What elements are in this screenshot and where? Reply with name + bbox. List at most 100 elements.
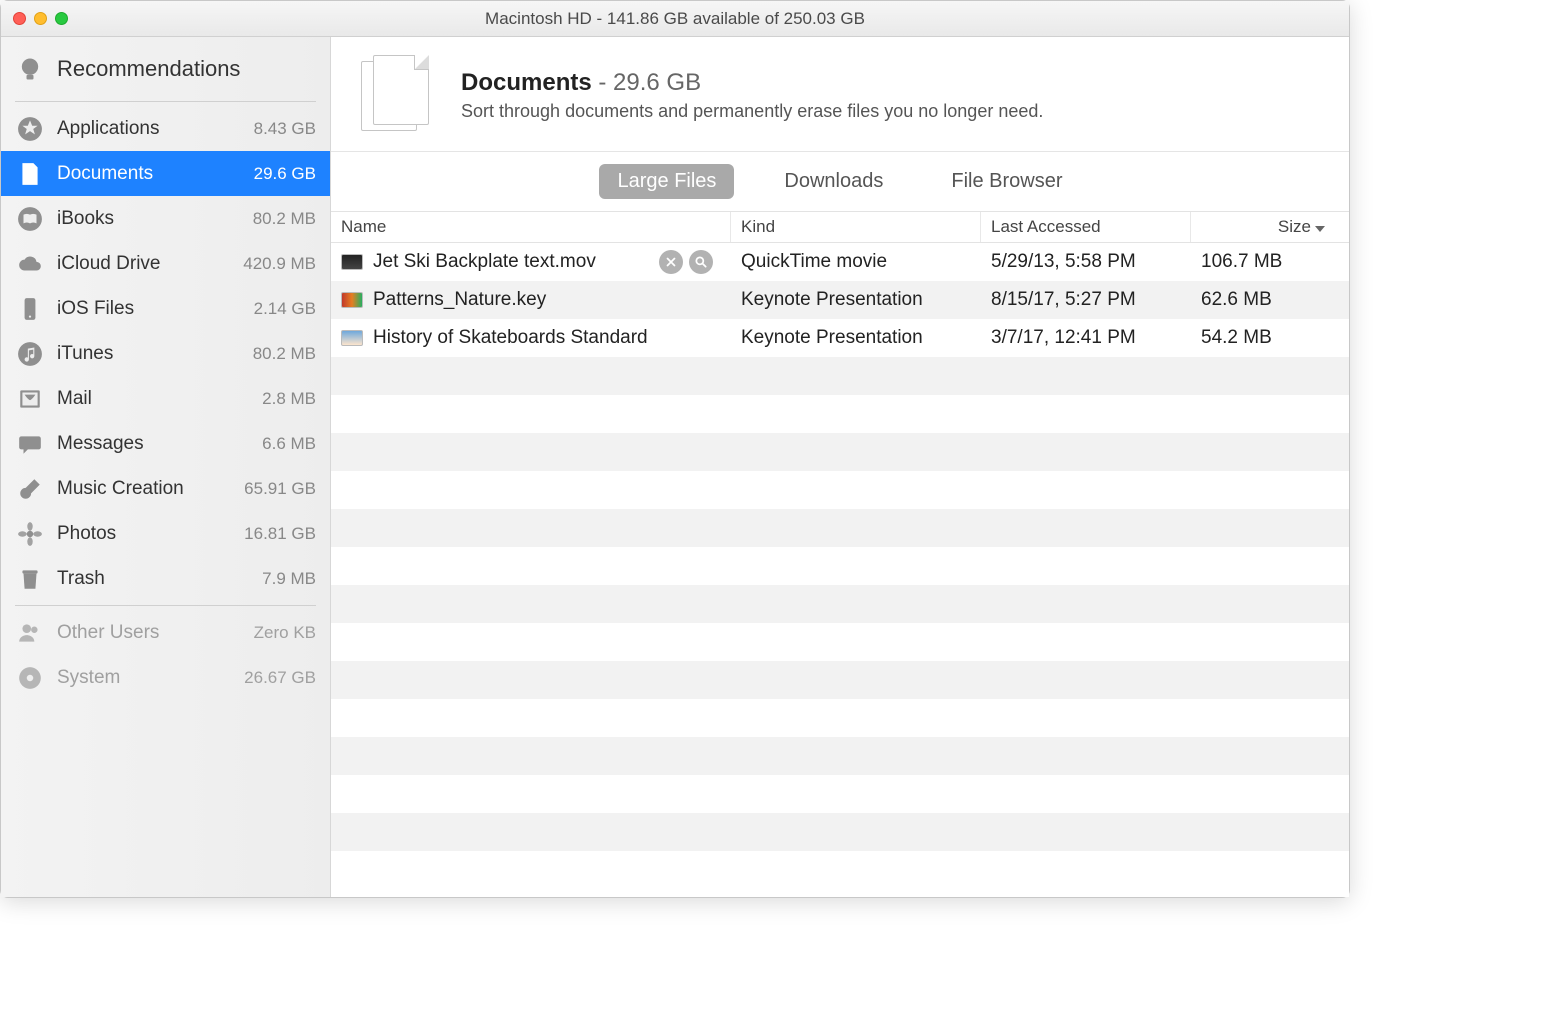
file-thumbnail-icon xyxy=(341,292,363,308)
sidebar-item-label: iOS Files xyxy=(57,298,214,320)
window-titlebar: Macintosh HD - 141.86 GB available of 25… xyxy=(1,1,1349,37)
file-size: 54.2 MB xyxy=(1191,327,1349,349)
sidebar-item-applications[interactable]: Applications 8.43 GB xyxy=(1,106,330,151)
flower-icon xyxy=(15,519,45,549)
sidebar-item-size: 26.67 GB xyxy=(226,668,316,688)
sidebar-item-size: Zero KB xyxy=(226,623,316,643)
book-icon xyxy=(15,204,45,234)
empty-rows xyxy=(331,357,1349,889)
delete-file-button[interactable] xyxy=(659,250,683,274)
sidebar-separator xyxy=(15,101,316,102)
file-last-accessed: 3/7/17, 12:41 PM xyxy=(981,327,1191,349)
sidebar-item-recommendations[interactable]: Recommendations xyxy=(1,41,330,97)
close-window-button[interactable] xyxy=(13,12,26,25)
sidebar-item-itunes[interactable]: iTunes 80.2 MB xyxy=(1,331,330,376)
sidebar-item-music-creation[interactable]: Music Creation 65.91 GB xyxy=(1,466,330,511)
sidebar-item-size: 6.6 MB xyxy=(226,434,316,454)
dash: - xyxy=(592,69,613,96)
sidebar-item-icloud-drive[interactable]: iCloud Drive 420.9 MB xyxy=(1,241,330,286)
view-tabs: Large Files Downloads File Browser xyxy=(331,152,1349,211)
sidebar-item-messages[interactable]: Messages 6.6 MB xyxy=(1,421,330,466)
cloud-icon xyxy=(15,249,45,279)
table-row[interactable]: Jet Ski Backplate text.mov QuickTime mov… xyxy=(331,243,1349,281)
sidebar-item-label: Trash xyxy=(57,568,214,590)
sidebar-item-label: Recommendations xyxy=(57,56,316,82)
chat-bubble-icon xyxy=(15,429,45,459)
sidebar-item-label: Music Creation xyxy=(57,478,214,500)
sidebar-item-system[interactable]: System 26.67 GB xyxy=(1,655,330,700)
file-name: Jet Ski Backplate text.mov xyxy=(373,251,596,273)
sidebar-item-ios-files[interactable]: iOS Files 2.14 GB xyxy=(1,286,330,331)
sidebar-item-label: iBooks xyxy=(57,208,214,230)
gear-icon xyxy=(15,663,45,693)
iphone-icon xyxy=(15,294,45,324)
sidebar-item-size: 16.81 GB xyxy=(226,524,316,544)
applications-icon xyxy=(15,114,45,144)
sidebar-item-size: 80.2 MB xyxy=(226,209,316,229)
sidebar-item-size: 2.14 GB xyxy=(226,299,316,319)
file-kind: QuickTime movie xyxy=(731,251,981,273)
users-icon xyxy=(15,618,45,648)
tab-file-browser[interactable]: File Browser xyxy=(933,164,1080,199)
column-header-size[interactable]: Size xyxy=(1191,212,1349,242)
table-body: Jet Ski Backplate text.mov QuickTime mov… xyxy=(331,243,1349,897)
music-note-icon xyxy=(15,339,45,369)
file-size: 106.7 MB xyxy=(1191,251,1349,273)
sidebar-item-size: 7.9 MB xyxy=(226,569,316,589)
sidebar-item-label: Mail xyxy=(57,388,214,410)
main-content: Documents - 29.6 GB Sort through documen… xyxy=(331,37,1349,897)
category-header: Documents - 29.6 GB Sort through documen… xyxy=(331,37,1349,152)
sidebar: Recommendations Applications 8.43 GB Doc… xyxy=(1,37,331,897)
file-name: History of Skateboards Standard xyxy=(373,327,648,349)
sidebar-item-ibooks[interactable]: iBooks 80.2 MB xyxy=(1,196,330,241)
guitar-icon xyxy=(15,474,45,504)
sidebar-item-size: 420.9 MB xyxy=(226,254,316,274)
category-title: Documents xyxy=(461,69,592,96)
sidebar-item-size: 8.43 GB xyxy=(226,119,316,139)
file-kind: Keynote Presentation xyxy=(731,289,981,311)
tab-downloads[interactable]: Downloads xyxy=(766,164,901,199)
sidebar-item-size: 2.8 MB xyxy=(226,389,316,409)
zoom-window-button[interactable] xyxy=(55,12,68,25)
column-header-last-accessed[interactable]: Last Accessed xyxy=(981,212,1191,242)
sidebar-item-label: Applications xyxy=(57,118,214,140)
file-name: Patterns_Nature.key xyxy=(373,289,546,311)
file-kind: Keynote Presentation xyxy=(731,327,981,349)
minimize-window-button[interactable] xyxy=(34,12,47,25)
sidebar-item-mail[interactable]: Mail 2.8 MB xyxy=(1,376,330,421)
file-thumbnail-icon xyxy=(341,330,363,346)
category-size: 29.6 GB xyxy=(613,69,701,96)
tab-large-files[interactable]: Large Files xyxy=(599,164,734,199)
window-title: Macintosh HD - 141.86 GB available of 25… xyxy=(1,9,1349,29)
documents-icon xyxy=(15,159,45,189)
sidebar-item-other-users[interactable]: Other Users Zero KB xyxy=(1,610,330,655)
sidebar-item-label: System xyxy=(57,667,214,689)
sidebar-item-size: 65.91 GB xyxy=(226,479,316,499)
file-last-accessed: 5/29/13, 5:58 PM xyxy=(981,251,1191,273)
sidebar-item-size: 80.2 MB xyxy=(226,344,316,364)
stamp-icon xyxy=(15,384,45,414)
documents-large-icon xyxy=(355,55,435,135)
table-row[interactable]: Patterns_Nature.key Keynote Presentation… xyxy=(331,281,1349,319)
sidebar-item-trash[interactable]: Trash 7.9 MB xyxy=(1,556,330,601)
file-size: 62.6 MB xyxy=(1191,289,1349,311)
sidebar-item-label: Documents xyxy=(57,163,214,185)
sidebar-item-photos[interactable]: Photos 16.81 GB xyxy=(1,511,330,556)
file-thumbnail-icon xyxy=(341,254,363,270)
column-header-name[interactable]: Name xyxy=(331,212,731,242)
file-last-accessed: 8/15/17, 5:27 PM xyxy=(981,289,1191,311)
sidebar-separator xyxy=(15,605,316,606)
sidebar-item-label: Messages xyxy=(57,433,214,455)
sidebar-item-label: iCloud Drive xyxy=(57,253,214,275)
reveal-file-button[interactable] xyxy=(689,250,713,274)
sidebar-item-size: 29.6 GB xyxy=(226,164,316,184)
table-row[interactable]: History of Skateboards Standard Keynote … xyxy=(331,319,1349,357)
column-header-kind[interactable]: Kind xyxy=(731,212,981,242)
sidebar-item-documents[interactable]: Documents 29.6 GB xyxy=(1,151,330,196)
chevron-down-icon xyxy=(1315,217,1325,237)
traffic-lights xyxy=(13,12,68,25)
trash-icon xyxy=(15,564,45,594)
category-subtitle: Sort through documents and permanently e… xyxy=(461,101,1043,122)
sidebar-item-label: Other Users xyxy=(57,622,214,644)
lightbulb-icon xyxy=(15,54,45,84)
